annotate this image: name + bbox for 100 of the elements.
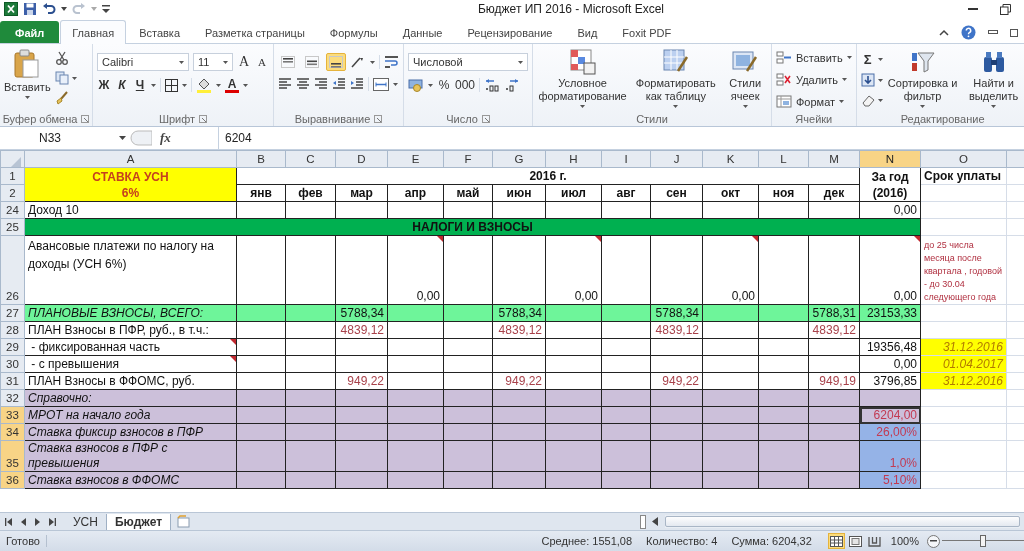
caret-icon[interactable] xyxy=(243,83,248,87)
column-header[interactable]: H xyxy=(545,150,602,168)
insert-cells-button[interactable]: Вставить xyxy=(776,49,852,66)
column-header[interactable]: J xyxy=(650,150,703,168)
align-right-icon[interactable] xyxy=(314,78,328,90)
wrap-text-icon[interactable] xyxy=(384,55,399,69)
bold-button[interactable]: Ж xyxy=(97,77,111,93)
column-header[interactable]: A xyxy=(24,150,237,168)
ribbon-tab[interactable]: Формулы xyxy=(317,21,390,43)
vertical-align-button[interactable] xyxy=(302,53,322,71)
split-handle[interactable] xyxy=(640,514,646,529)
column-header[interactable]: K xyxy=(702,150,759,168)
chevron-up-icon[interactable] xyxy=(939,28,949,36)
decrease-decimal-icon[interactable] xyxy=(504,78,521,92)
increase-decimal-icon[interactable] xyxy=(484,78,501,92)
column-header[interactable]: C xyxy=(285,150,336,168)
save-icon[interactable] xyxy=(23,2,37,16)
paste-button[interactable]: Вставить xyxy=(4,47,51,99)
name-box[interactable]: N33 xyxy=(0,129,130,147)
underline-button[interactable]: Ч xyxy=(133,77,147,93)
view-button[interactable] xyxy=(827,533,845,549)
scroll-left-icon[interactable] xyxy=(652,517,659,526)
vertical-align-button[interactable] xyxy=(278,53,298,71)
ribbon-tab[interactable]: Главная xyxy=(60,20,127,44)
fill-down-icon[interactable] xyxy=(860,73,875,87)
font-name-field[interactable]: Calibri xyxy=(97,53,189,71)
help-icon[interactable] xyxy=(961,24,976,40)
paint-bucket-icon[interactable] xyxy=(196,77,212,93)
zoom-slider[interactable] xyxy=(942,534,1024,548)
column-header[interactable]: L xyxy=(758,150,809,168)
launcher-icon[interactable] xyxy=(199,115,208,123)
zoom-out-button[interactable] xyxy=(927,534,940,548)
column-header[interactable]: G xyxy=(492,150,546,168)
vertical-align-button[interactable] xyxy=(326,53,346,71)
column-header[interactable]: F xyxy=(443,150,493,168)
thousands-button[interactable]: 000 xyxy=(455,77,476,93)
caret-icon[interactable] xyxy=(61,7,67,11)
launcher-icon[interactable] xyxy=(374,115,383,123)
first-sheet-icon[interactable] xyxy=(4,517,13,526)
caret-icon[interactable] xyxy=(877,78,883,82)
next-sheet-icon[interactable] xyxy=(34,517,41,526)
ribbon-tab[interactable]: Файл xyxy=(0,21,60,43)
ribbon-tab[interactable]: Рецензирование xyxy=(455,21,565,43)
ribbon-tab[interactable]: Вид xyxy=(565,21,610,43)
caret-icon[interactable] xyxy=(428,83,433,87)
grow-font-button[interactable]: A xyxy=(237,54,251,70)
column-header[interactable]: B xyxy=(236,150,286,168)
horizontal-scrollbar[interactable] xyxy=(665,515,1020,528)
brush-icon[interactable] xyxy=(54,91,69,105)
zoom-level[interactable]: 100% xyxy=(890,535,919,547)
column-header[interactable]: E xyxy=(387,150,444,168)
slider-thumb[interactable] xyxy=(980,535,986,547)
previous-sheet-icon[interactable] xyxy=(20,517,27,526)
caret-icon[interactable] xyxy=(370,60,375,64)
autosum-button[interactable]: Σ xyxy=(860,51,875,67)
percent-button[interactable]: % xyxy=(437,77,451,93)
delete-cells-button[interactable]: Удалить xyxy=(776,71,847,88)
sheet-tab[interactable]: УСН xyxy=(65,513,107,530)
restore-icon[interactable] xyxy=(1010,27,1018,37)
sheet-tab[interactable]: Бюджет xyxy=(106,513,172,530)
number-format-field[interactable]: Числовой xyxy=(408,53,528,71)
comment-marker-icon[interactable] xyxy=(230,339,236,345)
last-sheet-icon[interactable] xyxy=(48,517,57,526)
conditional-formatting-button[interactable]: Условное форматирование xyxy=(537,47,629,108)
align-center-icon[interactable] xyxy=(296,78,310,90)
format-as-table-button[interactable]: Форматировать как таблицу xyxy=(632,47,720,108)
column-header[interactable]: D xyxy=(335,150,388,168)
column-header[interactable]: N xyxy=(859,150,921,168)
caret-icon[interactable] xyxy=(877,57,883,61)
scissors-icon[interactable] xyxy=(54,51,69,65)
ribbon-tab[interactable]: Разметка страницы xyxy=(193,21,317,43)
increase-indent-icon[interactable] xyxy=(350,78,364,90)
customize-toolbar-icon[interactable] xyxy=(102,5,110,13)
ribbon-tab[interactable]: Данные xyxy=(390,21,455,43)
comment-marker-icon[interactable] xyxy=(230,356,236,362)
launcher-icon[interactable] xyxy=(81,115,90,123)
format-cells-button[interactable]: Формат xyxy=(776,93,845,110)
caret-icon[interactable] xyxy=(216,83,221,87)
eraser-icon[interactable] xyxy=(860,93,875,107)
italic-button[interactable]: К xyxy=(115,77,129,93)
view-button[interactable] xyxy=(846,533,864,549)
caret-icon[interactable] xyxy=(151,83,156,87)
spreadsheet-logo-icon[interactable] xyxy=(4,2,18,16)
caret-icon[interactable] xyxy=(877,98,883,102)
text-orientation-icon[interactable] xyxy=(350,55,366,69)
caret-icon[interactable] xyxy=(393,82,398,86)
cell-styles-button[interactable]: Стили ячеек xyxy=(723,47,767,108)
launcher-icon[interactable] xyxy=(481,115,490,123)
money-icon[interactable] xyxy=(408,78,424,92)
font-color-button[interactable]: А xyxy=(225,77,239,93)
ribbon-tab[interactable]: Вставка xyxy=(127,21,193,43)
border-grid-icon[interactable] xyxy=(165,78,178,92)
decrease-indent-icon[interactable] xyxy=(332,78,346,90)
row-header[interactable]: 35 xyxy=(0,440,25,472)
caret-icon[interactable] xyxy=(71,76,77,80)
caret-icon[interactable] xyxy=(182,83,187,87)
align-left-icon[interactable] xyxy=(278,78,292,90)
row-header[interactable]: 26 xyxy=(0,235,25,305)
undo-icon[interactable] xyxy=(42,2,56,16)
ribbon-tab[interactable]: Foxit PDF xyxy=(610,21,684,43)
